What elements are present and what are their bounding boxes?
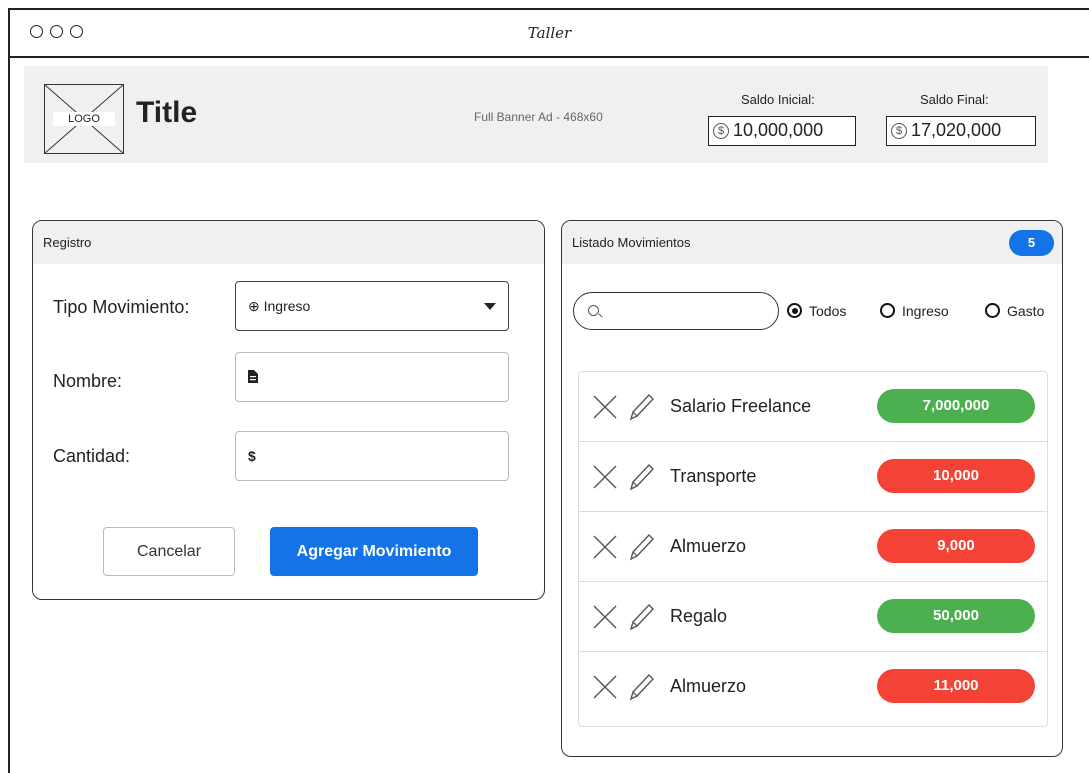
coin-icon: $ <box>891 123 907 139</box>
filter-gasto-label: Gasto <box>1007 303 1045 319</box>
listado-title-text: Listado Movimientos <box>572 235 691 250</box>
cantidad-label: Cantidad: <box>53 446 131 466</box>
movement-name: Transporte <box>670 466 757 486</box>
filter-gasto-radio[interactable]: Gasto <box>985 302 1044 320</box>
saldo-final-box: $17,020,000 <box>886 116 1036 146</box>
filter-todos-label: Todos <box>809 303 847 319</box>
delete-icon[interactable] <box>592 604 618 630</box>
amount-badge: 50,000 <box>877 599 1035 633</box>
registro-panel-title: Registro <box>33 221 544 264</box>
amount-badge: 10,000 <box>877 459 1035 493</box>
listado-panel: Listado Movimientos 5 Todos Ingreso Gast… <box>561 220 1063 757</box>
saldo-inicial-value: 10,000,000 <box>733 120 824 140</box>
saldo-final-label: Saldo Final: <box>920 92 989 107</box>
tipo-movimiento-value: ⊕ Ingreso <box>248 298 311 314</box>
nombre-label: Nombre: <box>53 371 123 391</box>
registro-panel: Registro Tipo Movimiento: ⊕ Ingreso Nomb… <box>32 220 545 600</box>
delete-icon[interactable] <box>592 464 618 490</box>
nombre-input[interactable] <box>235 352 509 402</box>
radio-empty-icon <box>880 303 895 318</box>
list-item: Regalo 50,000 <box>579 582 1047 652</box>
page-title: Title <box>136 96 198 129</box>
filter-ingreso-label: Ingreso <box>902 303 949 319</box>
window-title: Taller <box>527 24 572 42</box>
saldo-inicial-label: Saldo Inicial: <box>741 92 815 107</box>
amount-badge: 7,000,000 <box>877 389 1035 423</box>
title-bar: Taller <box>10 10 1089 58</box>
banner-ad: Full Banner Ad - 468x60 <box>474 110 603 124</box>
search-input[interactable] <box>573 292 779 330</box>
add-movement-button[interactable]: Agregar Movimiento <box>270 527 478 576</box>
amount-badge: 11,000 <box>877 669 1035 703</box>
list-item: Almuerzo 9,000 <box>579 512 1047 582</box>
saldo-final-value: 17,020,000 <box>911 120 1002 140</box>
edit-pencil-icon[interactable] <box>627 532 655 562</box>
edit-pencil-icon[interactable] <box>627 602 655 632</box>
cancel-button[interactable]: Cancelar <box>103 527 235 576</box>
movement-name: Almuerzo <box>670 676 747 696</box>
edit-pencil-icon[interactable] <box>627 462 655 492</box>
delete-icon[interactable] <box>592 534 618 560</box>
list-item: Almuerzo 11,000 <box>579 652 1047 722</box>
delete-icon[interactable] <box>592 394 618 420</box>
edit-pencil-icon[interactable] <box>627 672 655 702</box>
radio-empty-icon <box>985 303 1000 318</box>
cantidad-input[interactable]: $ <box>235 431 509 481</box>
logo-image: LOGO <box>44 84 124 154</box>
edit-pencil-icon[interactable] <box>627 392 655 422</box>
delete-icon[interactable] <box>592 674 618 700</box>
list-item: Salario Freelance 7,000,000 <box>579 372 1047 442</box>
saldo-inicial-box: $10,000,000 <box>708 116 856 146</box>
movement-list: Salario Freelance 7,000,000 Transporte 10,0… <box>578 371 1048 727</box>
search-icon <box>588 305 599 316</box>
list-item: Transporte 10,000 <box>579 442 1047 512</box>
coin-icon: $ <box>713 123 729 139</box>
chevron-down-icon <box>484 303 496 310</box>
dollar-prefix: $ <box>248 448 256 464</box>
filter-todos-radio[interactable]: Todos <box>787 302 846 320</box>
document-icon <box>248 370 258 383</box>
movement-name: Almuerzo <box>670 536 747 556</box>
amount-badge: 9,000 <box>877 529 1035 563</box>
count-badge: 5 <box>1009 230 1054 256</box>
movement-name: Regalo <box>670 606 728 626</box>
header-banner: LOGO Title Full Banner Ad - 468x60 Saldo… <box>24 66 1048 163</box>
filter-ingreso-radio[interactable]: Ingreso <box>880 302 949 320</box>
tipo-movimiento-select[interactable]: ⊕ Ingreso <box>235 281 509 331</box>
radio-selected-icon <box>787 303 802 318</box>
logo-text: LOGO <box>53 112 115 126</box>
listado-panel-title: Listado Movimientos 5 <box>562 221 1062 264</box>
tipo-movimiento-label: Tipo Movimiento: <box>53 297 190 317</box>
movement-name: Salario Freelance <box>670 396 812 416</box>
